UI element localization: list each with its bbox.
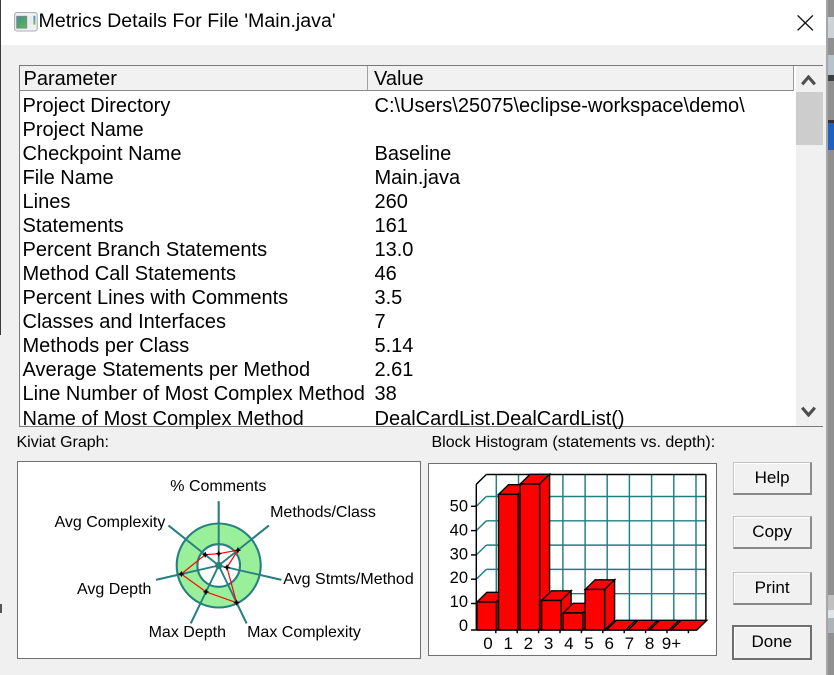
svg-text:6: 6 (604, 634, 613, 653)
svg-text:4: 4 (564, 634, 573, 653)
svg-text:0: 0 (483, 634, 492, 653)
svg-text:50: 50 (450, 498, 468, 516)
svg-text:30: 30 (450, 545, 468, 563)
svg-text:0: 0 (459, 617, 468, 635)
svg-text:10: 10 (450, 593, 468, 611)
svg-text:2: 2 (524, 634, 533, 653)
svg-text:7: 7 (625, 634, 634, 653)
svg-text:5: 5 (584, 634, 593, 653)
svg-text:20: 20 (450, 569, 468, 587)
svg-text:8: 8 (645, 634, 654, 653)
svg-text:3: 3 (544, 634, 553, 653)
svg-text:9+: 9+ (662, 634, 681, 653)
svg-text:1: 1 (503, 634, 512, 653)
svg-text:40: 40 (450, 521, 468, 539)
